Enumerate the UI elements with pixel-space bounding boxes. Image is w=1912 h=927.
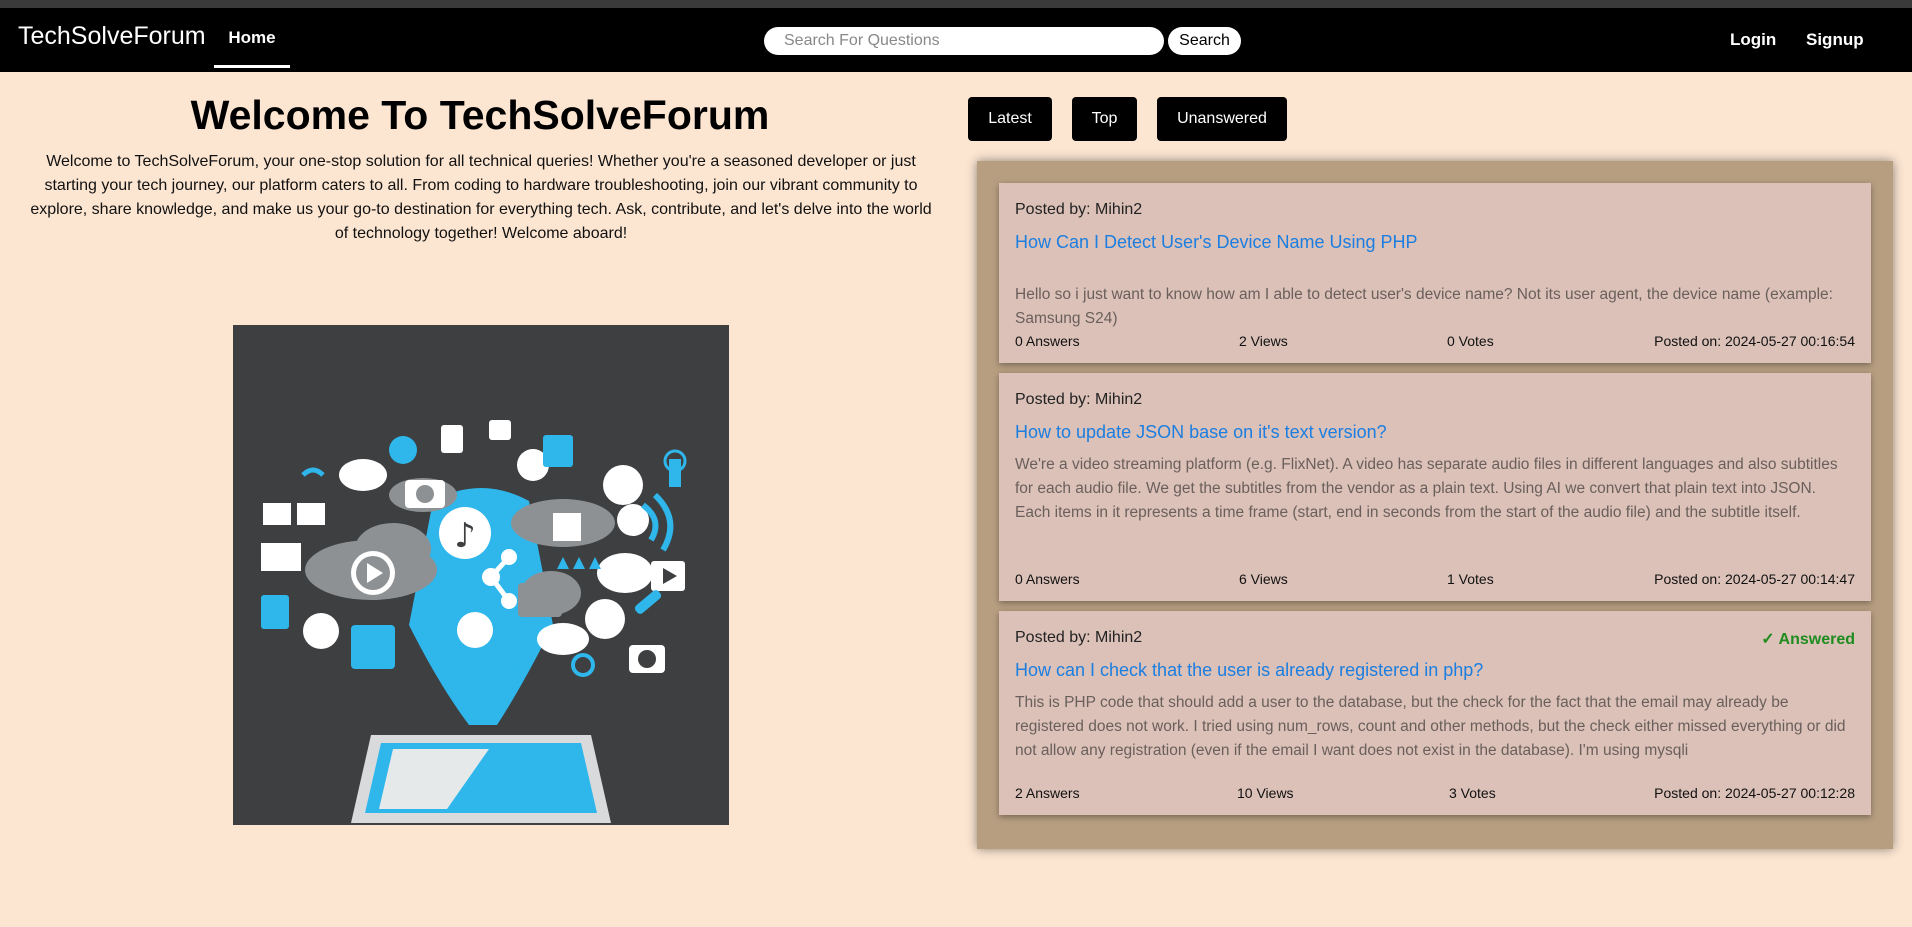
welcome-title: Welcome To TechSolveForum [190,92,770,138]
question-votes-count: 1 Votes [1447,571,1494,587]
question-excerpt: We're a video streaming platform (e.g. F… [1015,456,1838,521]
question-author: Posted by: Mihin2 [1015,201,1143,218]
filter-latest-button[interactable]: Latest [968,97,1052,141]
question-card[interactable]: Posted by: Mihin2 How Can I Detect User'… [999,183,1871,363]
question-card[interactable]: Posted by: Mihin2 ✓ Answered How can I c… [999,611,1871,815]
question-votes-count: 3 Votes [1449,785,1496,801]
filter-top-button[interactable]: Top [1072,97,1137,141]
question-title-link[interactable]: How to update JSON base on it's text ver… [1015,422,1387,443]
login-link[interactable]: Login [1730,30,1776,50]
question-title-link[interactable]: How can I check that the user is already… [1015,660,1483,681]
welcome-text: Welcome to TechSolveForum, your one-stop… [30,153,932,242]
brand-logo[interactable]: TechSolveForum [18,22,206,51]
question-views-count: 10 Views [1237,785,1294,801]
signup-link[interactable]: Signup [1806,30,1864,50]
navbar: TechSolveForum Home Search Login Signup [0,8,1912,72]
question-views-count: 6 Views [1239,571,1288,587]
question-card[interactable]: Posted by: Mihin2 How to update JSON bas… [999,373,1871,601]
tech-cloud-illustration-icon: ♪ ♪ [233,325,729,825]
filter-unanswered-button[interactable]: Unanswered [1157,97,1287,141]
window-top-strip [0,0,1912,8]
svg-text:♪: ♪ [454,516,476,556]
question-views-count: 2 Views [1239,333,1288,349]
question-posted-date: Posted on: 2024-05-27 00:14:47 [1654,571,1855,587]
search-input[interactable] [764,27,1164,55]
nav-home-link[interactable]: Home [214,8,290,68]
question-posted-date: Posted on: 2024-05-27 00:12:28 [1654,785,1855,801]
answered-badge: ✓ Answered [1761,631,1855,648]
svg-text:♪: ♪ [507,652,524,682]
question-title-link[interactable]: How Can I Detect User's Device Name Usin… [1015,232,1418,253]
question-votes-count: 0 Votes [1447,333,1494,349]
question-posted-date: Posted on: 2024-05-27 00:16:54 [1654,333,1855,349]
search-button[interactable]: Search [1168,27,1241,55]
question-author: Posted by: Mihin2 [1015,629,1143,646]
question-answers-count: 0 Answers [1015,333,1080,349]
question-excerpt: This is PHP code that should add a user … [1015,694,1846,759]
question-answers-count: 0 Answers [1015,571,1080,587]
questions-panel: Posted by: Mihin2 How Can I Detect User'… [977,161,1893,849]
question-answers-count: 2 Answers [1015,785,1080,801]
question-excerpt: Hello so i just want to know how am I ab… [1015,286,1833,327]
question-author: Posted by: Mihin2 [1015,391,1143,408]
